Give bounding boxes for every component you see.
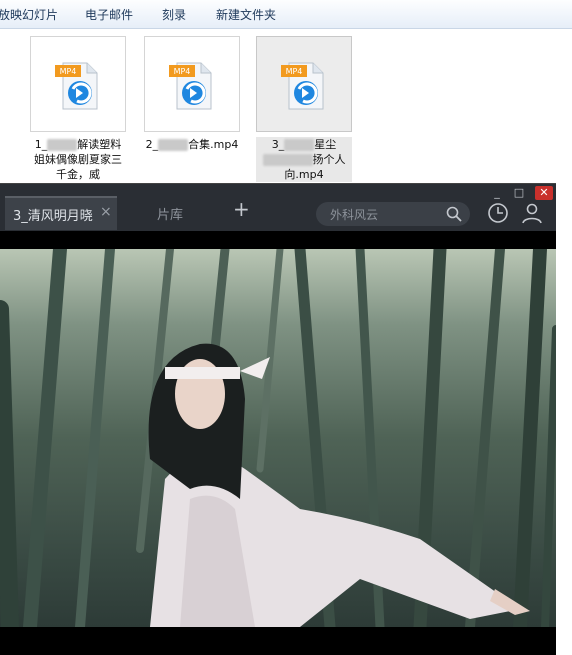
mp4-file-icon: MP4 xyxy=(55,62,98,110)
blurred-text xyxy=(158,139,189,151)
mp4-file-icon: MP4 xyxy=(169,62,212,110)
video-scene-image xyxy=(0,249,556,627)
player-titlebar: 3_清风明月晓 × 片库 + 外科风云 _ □ ✕ xyxy=(0,183,556,231)
video-frame[interactable] xyxy=(0,249,556,627)
tab-current-video[interactable]: 3_清风明月晓 × xyxy=(5,196,117,230)
explorer-toolbar: 放映幻灯片 电子邮件 刻录 新建文件夹 xyxy=(0,0,572,29)
video-player-window: 3_清风明月晓 × 片库 + 外科风云 _ □ ✕ xyxy=(0,183,556,655)
search-icon[interactable] xyxy=(446,206,462,222)
new-tab-button[interactable]: + xyxy=(233,197,250,221)
tab-library[interactable]: 片库 xyxy=(157,204,183,223)
tab-label: 3_清风明月晓 xyxy=(13,209,93,224)
toolbar-new-folder[interactable]: 新建文件夹 xyxy=(216,6,276,23)
minimize-button[interactable]: _ xyxy=(488,186,506,200)
file-item-2[interactable]: MP4 2_ 合集.mp4 xyxy=(144,36,240,152)
search-box[interactable]: 外科风云 xyxy=(316,202,470,226)
file-thumbnail[interactable]: MP4 xyxy=(256,36,352,132)
toolbar-slideshow[interactable]: 放映幻灯片 xyxy=(0,6,58,23)
file-item-1[interactable]: MP4 1_ 解读塑料姐妹偶像剧夏家三千金，威 xyxy=(30,36,126,182)
svg-text:MP4: MP4 xyxy=(174,67,191,76)
blurred-text xyxy=(262,154,313,166)
svg-text:MP4: MP4 xyxy=(286,67,303,76)
blurred-text xyxy=(47,139,78,151)
mp4-file-icon: MP4 xyxy=(281,62,324,110)
file-thumbnail[interactable]: MP4 xyxy=(30,36,126,132)
history-icon[interactable] xyxy=(487,202,509,224)
file-name: 1_ 解读塑料姐妹偶像剧夏家三千金，威 xyxy=(34,138,122,181)
tab-close-icon[interactable]: × xyxy=(100,204,112,220)
file-name: 3_ 星尘 扬个人向.mp4 xyxy=(256,137,352,182)
blurred-text xyxy=(284,139,315,151)
close-button[interactable]: ✕ xyxy=(535,186,553,200)
toolbar-email[interactable]: 电子邮件 xyxy=(85,6,133,23)
toolbar-burn[interactable]: 刻录 xyxy=(162,6,186,23)
maximize-button[interactable]: □ xyxy=(510,186,528,200)
file-name: 2_ 合集.mp4 xyxy=(145,138,239,151)
search-input[interactable]: 外科风云 xyxy=(330,206,378,223)
file-thumbnail[interactable]: MP4 xyxy=(144,36,240,132)
svg-text:MP4: MP4 xyxy=(60,67,77,76)
user-icon[interactable] xyxy=(521,202,543,224)
file-item-3[interactable]: MP4 3_ 星尘 扬个人向.mp4 xyxy=(256,36,352,182)
